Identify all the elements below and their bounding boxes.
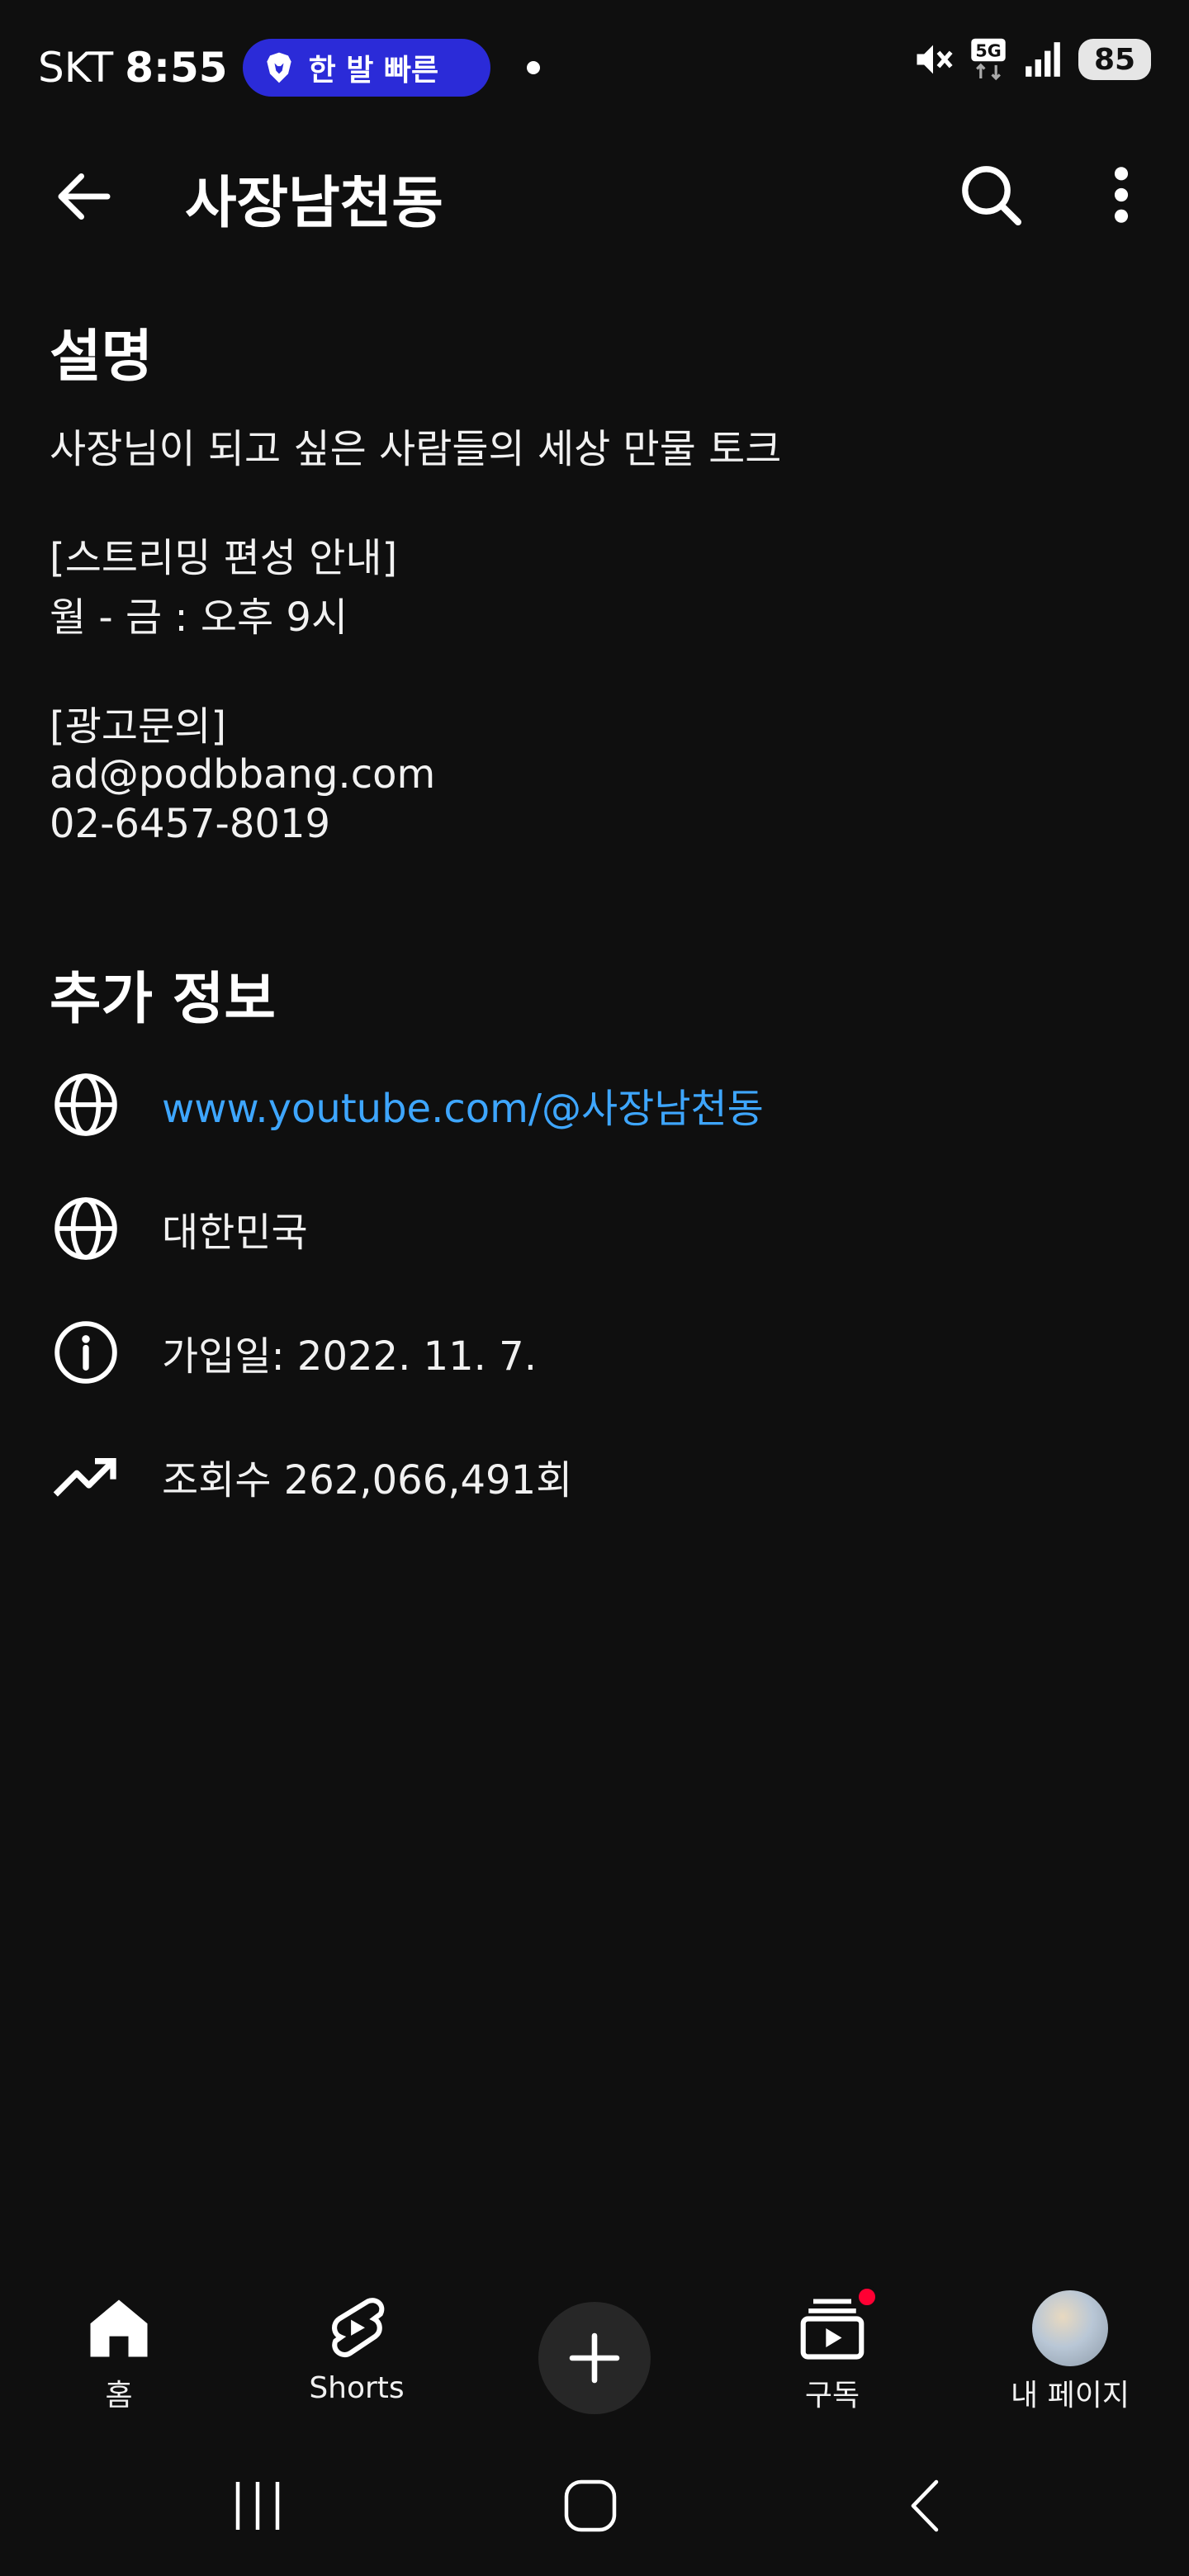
globe-icon (54, 1197, 117, 1260)
description-phone: 02-6457-8019 (50, 801, 331, 847)
description-email: ad@podbbang.com (50, 751, 436, 798)
system-navigation-bar (0, 2436, 1189, 2576)
additional-info-heading: 추가 정보 (50, 967, 276, 1032)
country-text: 대한민국 (162, 1210, 308, 1256)
info-icon (54, 1321, 117, 1384)
search-icon[interactable] (955, 159, 1027, 231)
more-vertical-icon[interactable] (1097, 159, 1146, 231)
nav-shorts[interactable]: Shorts (258, 2279, 456, 2427)
view-count-text: 조회수 262,066,491회 (162, 1457, 573, 1503)
description-line: [스트리밍 편성 안내] (50, 535, 398, 581)
page-title: 사장남천동 (185, 171, 443, 236)
recent-apps-icon[interactable] (231, 2477, 284, 2535)
create-button[interactable] (538, 2302, 651, 2414)
bottom-navigation: 홈 Shorts 구독 내 페이지 (0, 2279, 1189, 2427)
status-bar: SKT 8:55 한 발 빠른 5G 85 (0, 0, 1189, 135)
nav-home[interactable]: 홈 (20, 2279, 218, 2427)
app-bar: 사장남천동 (0, 135, 1189, 248)
nav-my-page[interactable]: 내 페이지 (971, 2279, 1169, 2427)
description-line: [광고문의] (50, 703, 227, 750)
shorts-icon (332, 2298, 385, 2358)
info-row-views: 조회수 262,066,491회 (50, 1435, 1139, 1518)
battery-indicator: 85 (1078, 39, 1151, 80)
notification-pill[interactable]: 한 발 빠른 (242, 39, 490, 97)
svg-text:5G: 5G (975, 41, 1001, 61)
nav-my-page-label: 내 페이지 (1011, 2379, 1130, 2413)
back-button-icon[interactable] (905, 2477, 945, 2535)
network-5g-icon: 5G (971, 38, 1006, 81)
notification-badge (855, 2285, 879, 2308)
status-icons: 5G 85 (912, 36, 1151, 83)
notification-dot-icon (526, 61, 540, 74)
clock: 8:55 (125, 44, 228, 92)
brave-lion-icon (266, 52, 291, 83)
mute-icon (917, 45, 953, 74)
nav-subscriptions-label: 구독 (804, 2379, 860, 2413)
notification-text: 한 발 빠른 (308, 54, 439, 88)
nav-shorts-label: Shorts (309, 2371, 405, 2405)
avatar (1032, 2290, 1108, 2366)
channel-url-link[interactable]: www.youtube.com/@사장남천동 (162, 1076, 764, 1134)
nav-home-label: 홈 (105, 2379, 133, 2413)
description-line: 사장님이 되고 싶은 사람들의 세상 만물 토크 (50, 426, 782, 472)
info-row-link[interactable]: www.youtube.com/@사장남천동 (50, 1063, 1139, 1146)
trending-up-icon (53, 1458, 116, 1497)
plus-icon (569, 2332, 620, 2384)
info-row-joined: 가입일: 2022. 11. 7. (50, 1311, 1139, 1394)
info-row-country: 대한민국 (50, 1187, 1139, 1270)
carrier-label: SKT (38, 44, 114, 92)
description-line: 월 - 금 : 오후 9시 (50, 594, 348, 641)
signal-icon (1026, 42, 1060, 77)
globe-icon (54, 1073, 117, 1136)
home-button-icon[interactable] (563, 2479, 618, 2533)
joined-date-text: 가입일: 2022. 11. 7. (162, 1333, 537, 1380)
back-arrow-icon[interactable] (50, 162, 119, 231)
description-heading: 설명 (50, 324, 154, 390)
nav-subscriptions[interactable]: 구독 (733, 2279, 931, 2427)
home-icon (90, 2299, 148, 2357)
